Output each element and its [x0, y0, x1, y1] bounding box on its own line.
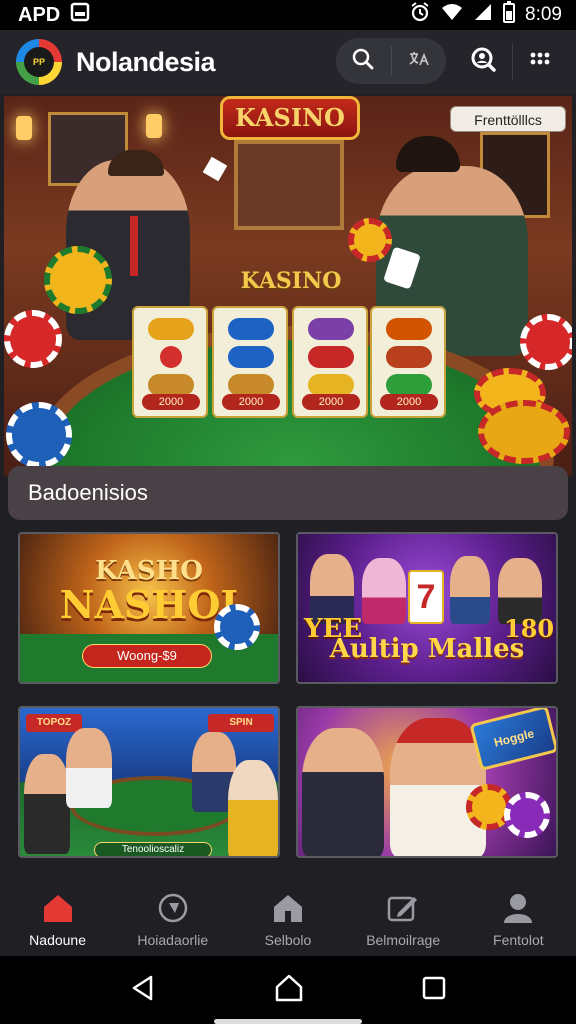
section-header[interactable]: Badoenisios — [8, 466, 568, 520]
doorway — [234, 140, 344, 230]
card-3-character-4 — [228, 760, 278, 856]
slot-card-1: 2000 — [132, 306, 208, 418]
translate-icon — [407, 49, 431, 74]
card-4-character-2 — [390, 718, 486, 856]
clock: 8:09 — [525, 4, 562, 25]
edit-icon — [386, 893, 420, 926]
card-3-character-2 — [66, 728, 112, 808]
person-icon — [501, 893, 535, 926]
wall-lamp-left — [16, 116, 32, 140]
nav-label-5: Fentolot — [493, 931, 544, 948]
translate-button[interactable] — [391, 38, 446, 84]
search-icon — [352, 48, 374, 75]
game-card-4[interactable]: Hoggle — [296, 706, 558, 858]
bottom-navigation: Nadoune Hoiadaorlie Selbolo Belmoilrage … — [0, 884, 576, 956]
alarm-icon — [409, 1, 431, 29]
game-card-1[interactable]: KASHO NASHOI Woong-$9 — [18, 532, 280, 684]
app-logo[interactable]: PP — [16, 39, 62, 85]
app-header: PP Nolandesia — [0, 30, 576, 94]
chip-red-left — [4, 310, 62, 368]
search-person-button[interactable] — [463, 42, 503, 82]
search-pill — [336, 38, 446, 84]
chip-blue-left — [6, 402, 72, 468]
card-2-seven: 7 — [408, 570, 444, 624]
house-icon — [271, 893, 305, 926]
logo-text: PP — [24, 47, 54, 77]
player-left-tie — [130, 216, 138, 276]
card-3-pill[interactable]: Tenoolioscaliz — [94, 842, 212, 856]
status-bar: APD 8:09 — [0, 0, 576, 30]
search-person-icon — [469, 46, 497, 79]
nav-item-4[interactable]: Belmoilrage — [346, 884, 461, 956]
section-title: Badoenisios — [28, 480, 148, 505]
system-navigation — [0, 956, 576, 1024]
battery-icon — [503, 1, 516, 29]
nav-item-2[interactable]: Hoiadaorlie — [115, 884, 230, 956]
card-3-banner-left: TOPOZ — [26, 714, 82, 732]
game-card-2[interactable]: 7 YEE 180 Aultip Malles — [296, 532, 558, 684]
hero-banner[interactable]: KASINO Frenttölllcs KASINO 2000 2000 200… — [4, 96, 572, 476]
screenshot-icon — [70, 2, 90, 28]
card-2-character-2 — [362, 558, 406, 624]
slot-price: 2000 — [380, 394, 438, 410]
slot-card-2: 2000 — [212, 306, 288, 418]
carrier-label: APD — [18, 3, 61, 26]
card-4-chip-purple — [504, 792, 550, 838]
more-button[interactable] — [520, 42, 560, 82]
nav-item-3[interactable]: Selbolo — [230, 884, 345, 956]
signal-icon — [473, 2, 493, 28]
slot-price: 2000 — [222, 394, 280, 410]
nav-label-1: Nadoune — [29, 931, 86, 948]
card-3-character-1 — [24, 754, 70, 854]
compass-icon — [156, 893, 190, 926]
chip-gold-left — [44, 246, 112, 314]
chip-red-right — [520, 314, 572, 370]
search-button[interactable] — [336, 38, 391, 84]
more-icon — [528, 48, 552, 77]
wall-lamp-center — [146, 114, 162, 138]
home-icon — [41, 893, 75, 926]
card-2-character-3 — [450, 556, 490, 624]
gesture-bar[interactable] — [214, 1019, 362, 1024]
recents-icon[interactable] — [421, 975, 447, 1006]
chip-gold-center — [348, 218, 392, 262]
card-3-banner-right: SPIN — [208, 714, 274, 732]
back-icon[interactable] — [129, 974, 157, 1007]
nav-label-2: Hoiadaorlie — [137, 931, 209, 948]
kasino-sign: KASINO — [220, 96, 360, 140]
app-title: Nolandesia — [76, 46, 216, 77]
card-2-headline: Aultip Malles — [329, 634, 525, 664]
felt-title: KASINO — [240, 268, 342, 294]
card-1-chip — [214, 604, 260, 650]
wifi-icon — [441, 2, 463, 28]
game-card-3[interactable]: TOPOZ SPIN Tenoolioscaliz — [18, 706, 280, 858]
nav-label-3: Selbolo — [264, 931, 312, 948]
nav-item-1[interactable]: Nadoune — [0, 884, 115, 956]
slot-card-4: 2000 — [370, 306, 446, 418]
card-4-character-1 — [302, 728, 384, 856]
slot-price: 2000 — [302, 394, 360, 410]
home-circle-icon[interactable] — [274, 974, 304, 1007]
hero-badge[interactable]: Frenttölllcs — [450, 106, 566, 132]
nav-item-5[interactable]: Fentolot — [461, 884, 576, 956]
nav-label-4: Belmoilrage — [366, 931, 441, 948]
slot-card-3: 2000 — [292, 306, 368, 418]
card-1-pill[interactable]: Woong-$9 — [82, 644, 212, 668]
chip-stack-bottom — [478, 400, 570, 464]
header-divider — [512, 44, 513, 80]
slot-price: 2000 — [142, 394, 200, 410]
